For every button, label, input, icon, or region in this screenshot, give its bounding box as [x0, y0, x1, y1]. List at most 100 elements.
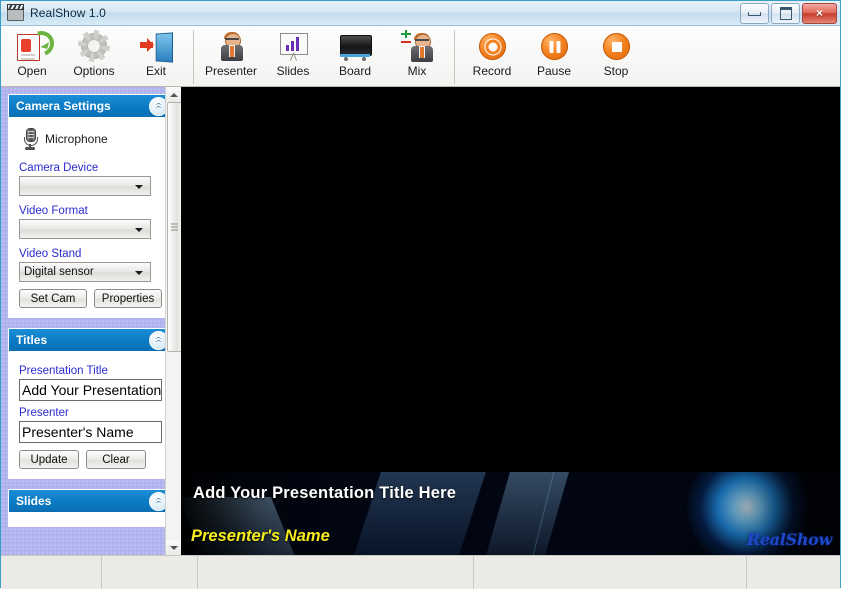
label-video-stand: Video Stand: [19, 248, 165, 260]
status-cell: [1, 556, 102, 589]
panel-title-camera-settings: Camera Settings: [16, 99, 111, 113]
combobox-video-stand[interactable]: Digital sensor: [19, 262, 151, 282]
camera-buttons-row: Set Cam Properties: [19, 289, 165, 308]
toolbar-label-stop: Stop: [604, 64, 629, 78]
toolbar-button-exit[interactable]: Exit: [125, 28, 187, 85]
label-presenter: Presenter: [19, 407, 165, 419]
scroll-down-arrow-icon[interactable]: [166, 540, 181, 555]
stop-circle-icon: [599, 31, 633, 63]
maximize-button[interactable]: [771, 3, 800, 24]
input-presenter[interactable]: Presenter's Name: [19, 421, 162, 443]
panel-body-camera-settings: Microphone Camera Device Video Format: [9, 117, 173, 317]
toolbar-label-board: Board: [339, 64, 371, 78]
overlay-presenter-name: Presenter's Name: [191, 527, 330, 546]
chevron-down-icon: [135, 185, 143, 193]
toolbar-button-pause[interactable]: Pause: [523, 28, 585, 85]
input-value-presentation-title: Add Your Presentation: [22, 382, 161, 398]
toolbar-group-file: Open Options Exit: [1, 28, 187, 84]
status-cell: [747, 556, 840, 589]
toolbar-group-recording: Record Pause Stop: [461, 28, 647, 84]
panel-body-slides: [9, 512, 173, 526]
toolbar-label-record: Record: [473, 64, 512, 78]
scrollbar-grip-icon: [171, 224, 178, 231]
panel-header-titles[interactable]: Titles: [9, 329, 173, 351]
toolbar-label-pause: Pause: [537, 64, 571, 78]
toolbar-label-mix: Mix: [408, 64, 427, 78]
panel-titles: Titles Presentation Title Add Your Prese…: [8, 328, 174, 479]
input-value-presenter: Presenter's Name: [22, 424, 134, 440]
toolbar-label-presenter: Presenter: [205, 64, 257, 78]
toolbar-button-record[interactable]: Record: [461, 28, 523, 85]
panel-body-titles: Presentation Title Add Your Presentation…: [9, 351, 173, 478]
scrollbar-thumb[interactable]: [167, 102, 182, 352]
title-bar: RealShow 1.0 ×: [1, 1, 840, 26]
minimize-icon: [748, 12, 761, 16]
microphone-label: Microphone: [45, 132, 108, 146]
status-cell: [474, 556, 747, 589]
window-controls: ×: [740, 3, 837, 24]
overlay-logo: RealShow: [747, 530, 832, 549]
toolbar-separator: [454, 30, 455, 84]
toolbar-button-mix[interactable]: Mix: [386, 28, 448, 85]
sidebar-scrollbar[interactable]: [165, 87, 181, 555]
status-cell: [198, 556, 474, 589]
sidebar-panels: Camera Settings Microphone Camera Device: [8, 94, 174, 537]
toolbar-label-slides: Slides: [277, 64, 310, 78]
toolbar-label-exit: Exit: [146, 64, 166, 78]
properties-button[interactable]: Properties: [94, 289, 162, 308]
titles-buttons-row: Update Clear: [19, 450, 165, 469]
maximize-icon: [780, 7, 792, 20]
status-cell: [102, 556, 198, 589]
overlay-presentation-title: Add Your Presentation Title Here: [193, 484, 456, 503]
exit-door-icon: [139, 31, 173, 63]
status-bar: [1, 555, 840, 589]
toolbar-label-open: Open: [17, 64, 46, 78]
minimize-button[interactable]: [740, 3, 769, 24]
toolbar-button-slides[interactable]: Slides: [262, 28, 324, 85]
title-overlay: Add Your Presentation Title Here Present…: [181, 472, 840, 555]
microphone-icon: [24, 128, 36, 150]
combobox-camera-device[interactable]: [19, 176, 151, 196]
record-circle-icon: [475, 31, 509, 63]
video-preview[interactable]: Add Your Presentation Title Here Present…: [181, 87, 840, 555]
toolbar-separator: [193, 30, 194, 84]
microphone-row: Microphone: [19, 126, 165, 162]
scroll-up-arrow-icon[interactable]: [166, 87, 181, 102]
label-presentation-title: Presentation Title: [19, 365, 165, 377]
toolbar-group-sources: Presenter Slides Board: [200, 28, 448, 84]
scrollbar-track[interactable]: [166, 102, 181, 540]
toolbar-button-options[interactable]: Options: [63, 28, 125, 85]
main-toolbar: Open Options Exit Presenter: [1, 26, 840, 87]
toolbar-label-options: Options: [73, 64, 114, 78]
presenter-person-icon: [214, 31, 248, 63]
panel-title-slides: Slides: [16, 494, 51, 508]
clear-button[interactable]: Clear: [86, 450, 146, 469]
panel-header-slides[interactable]: Slides: [9, 490, 173, 512]
window-title: RealShow 1.0: [30, 6, 106, 20]
label-video-format: Video Format: [19, 205, 165, 217]
gear-icon: [77, 31, 111, 63]
panel-title-titles: Titles: [16, 333, 47, 347]
toolbar-button-presenter[interactable]: Presenter: [200, 28, 262, 85]
pause-circle-icon: [537, 31, 571, 63]
toolbar-button-stop[interactable]: Stop: [585, 28, 647, 85]
label-camera-device: Camera Device: [19, 162, 165, 174]
board-icon: [338, 31, 372, 63]
update-button[interactable]: Update: [19, 450, 79, 469]
panel-slides: Slides: [8, 489, 174, 527]
open-presentation-icon: [15, 31, 49, 63]
panel-header-camera-settings[interactable]: Camera Settings: [9, 95, 173, 117]
close-button[interactable]: ×: [802, 3, 837, 24]
toolbar-button-board[interactable]: Board: [324, 28, 386, 85]
input-presentation-title[interactable]: Add Your Presentation: [19, 379, 162, 401]
application-window: RealShow 1.0 × Open Options Exit: [0, 0, 841, 588]
settings-sidebar: Camera Settings Microphone Camera Device: [1, 87, 181, 555]
toolbar-button-open[interactable]: Open: [1, 28, 63, 85]
combobox-value-video-stand: Digital sensor: [20, 266, 94, 278]
set-cam-button[interactable]: Set Cam: [19, 289, 87, 308]
combobox-video-format[interactable]: [19, 219, 151, 239]
chevron-down-icon: [135, 271, 143, 279]
panel-camera-settings: Camera Settings Microphone Camera Device: [8, 94, 174, 318]
clapperboard-icon: [6, 5, 24, 21]
main-body: Camera Settings Microphone Camera Device: [1, 87, 840, 555]
